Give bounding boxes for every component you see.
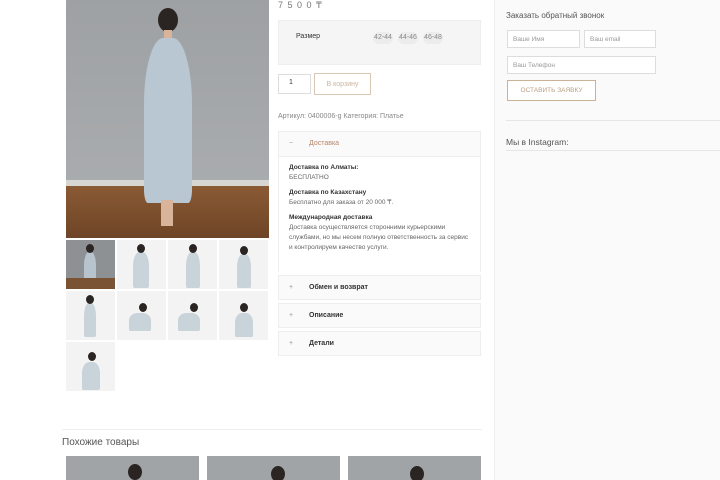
product-meta: Артикул: 0400006-g Категория: Платье (278, 113, 404, 120)
model-head (410, 466, 424, 480)
model-head (128, 464, 142, 480)
thumbnail[interactable] (66, 240, 115, 289)
add-to-cart-button[interactable]: В корзину (314, 73, 371, 95)
similar-product-card[interactable] (66, 456, 199, 480)
model-legs (161, 200, 173, 226)
accordion-header-delivery[interactable]: − Доставка (279, 132, 480, 156)
thumbnail[interactable] (219, 291, 268, 340)
accordion-title: Доставка (309, 140, 340, 147)
model-head (158, 8, 178, 32)
similar-product-card[interactable] (348, 456, 481, 480)
accordion-returns: + Обмен и возврат (278, 275, 481, 300)
delivery-kz-title: Доставка по Казахстану (289, 189, 367, 196)
accordion-delivery: − Доставка Доставка по Алматы: БЕСПЛАТНО… (278, 131, 481, 272)
delivery-almaty-text: БЕСПЛАТНО (289, 174, 329, 181)
product-main-image[interactable] (66, 0, 269, 238)
delivery-intl-text: Доставка осуществляется сторонними курье… (289, 224, 469, 251)
delivery-almaty-title: Доставка по Алматы: (289, 164, 359, 171)
thumbnail[interactable] (219, 240, 268, 289)
model-head (271, 466, 285, 480)
accordion-title: Обмен и возврат (309, 284, 368, 291)
plus-icon: + (289, 340, 294, 347)
email-input[interactable]: Ваш email (584, 30, 656, 48)
accordion-details: + Детали (278, 331, 481, 356)
thumbnail[interactable] (168, 291, 217, 340)
accordion-header-returns[interactable]: + Обмен и возврат (279, 276, 480, 300)
sidebar-divider (506, 150, 720, 151)
submit-callback-button[interactable]: ОСТАВИТЬ ЗАЯВКУ (507, 80, 596, 101)
size-option[interactable]: 46-48 (423, 32, 443, 44)
accordion-title: Детали (309, 340, 334, 347)
accordion-header-details[interactable]: + Детали (279, 332, 480, 356)
quantity-input[interactable]: 1 (278, 74, 311, 94)
thumbnail[interactable] (66, 342, 115, 391)
model-dress (144, 38, 192, 203)
accordion-header-description[interactable]: + Описание (279, 304, 480, 328)
thumbnail[interactable] (117, 291, 166, 340)
delivery-kz-text: Бесплатно для заказа от 20 000 ₸. (289, 199, 394, 206)
product-price: 7 5 0 0 ₸ (278, 0, 323, 10)
delivery-intl-title: Международная доставка (289, 214, 373, 221)
plus-icon: + (289, 284, 294, 291)
size-label: Размер (296, 33, 321, 40)
name-input[interactable]: Ваше Имя (507, 30, 580, 48)
sidebar-divider (506, 120, 720, 121)
callback-title: Заказать обратный звонок (506, 11, 605, 20)
similar-products-title: Похожие товары (62, 437, 140, 448)
size-option[interactable]: 44-46 (398, 32, 418, 44)
thumbnail[interactable] (168, 240, 217, 289)
thumbnail[interactable] (66, 291, 115, 340)
thumbnail[interactable] (117, 240, 166, 289)
section-divider (62, 429, 482, 430)
accordion-title: Описание (309, 312, 344, 319)
phone-input[interactable]: Ваш Телефон (507, 56, 656, 74)
size-option[interactable]: 42-44 (373, 32, 393, 44)
instagram-title: Мы в Instagram: (506, 137, 569, 147)
accordion-description: + Описание (278, 303, 481, 328)
plus-icon: + (289, 312, 294, 319)
accordion-body-delivery: Доставка по Алматы: БЕСПЛАТНО Доставка п… (279, 156, 480, 272)
similar-product-card[interactable] (207, 456, 340, 480)
minus-icon: − (289, 140, 294, 147)
